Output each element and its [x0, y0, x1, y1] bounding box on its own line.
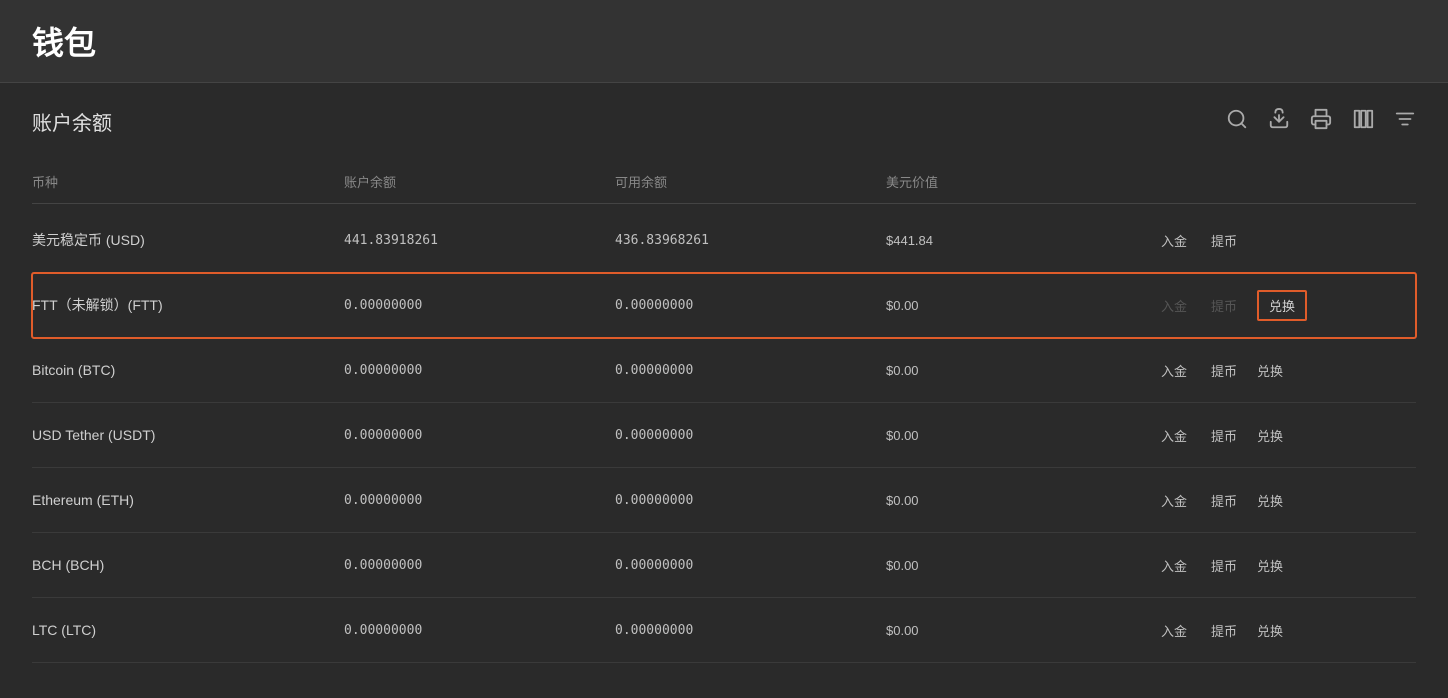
exchange-button[interactable]: 兑换: [1257, 621, 1283, 640]
deposit-button: 入金: [1157, 294, 1191, 317]
available-value: 0.00000000: [603, 477, 874, 524]
exchange-button[interactable]: 兑换: [1257, 426, 1283, 445]
usd-value: $0.00: [874, 542, 1145, 589]
currency-name: USD Tether (USDT): [32, 411, 332, 459]
search-icon[interactable]: [1226, 108, 1248, 136]
main-content: 账户余额: [0, 83, 1448, 687]
col-header-currency: 币种: [32, 168, 332, 195]
row-actions: 入金 提币 兑换: [1145, 408, 1416, 463]
currency-name: 美元稳定币 (USD): [32, 214, 332, 266]
row-actions: 入金 提币 兑换: [1145, 473, 1416, 528]
row-actions: 入金 提币 兑换: [1145, 274, 1416, 337]
balance-value: 0.00000000: [332, 412, 603, 459]
balance-value: 0.00000000: [332, 542, 603, 589]
page-header: 钱包: [0, 0, 1448, 83]
available-value: 0.00000000: [603, 542, 874, 589]
table-row: Bitcoin (BTC) 0.00000000 0.00000000 $0.0…: [32, 338, 1416, 403]
balance-value: 0.00000000: [332, 607, 603, 654]
usd-value: $0.00: [874, 607, 1145, 654]
deposit-button[interactable]: 入金: [1157, 229, 1191, 252]
usd-value: $0.00: [874, 282, 1145, 329]
print-icon[interactable]: [1310, 108, 1332, 136]
currency-name: Ethereum (ETH): [32, 476, 332, 524]
row-actions: 入金 提币 兑换: [1145, 538, 1416, 593]
balance-value: 0.00000000: [332, 282, 603, 329]
col-header-actions: [1145, 168, 1416, 195]
withdraw-button[interactable]: 提币: [1207, 424, 1241, 447]
balance-table: 币种 账户余额 可用余额 美元价值 美元稳定币 (USD) 441.839182…: [32, 160, 1416, 663]
currency-name: FTT（未解锁）(FTT): [32, 279, 332, 331]
table-row: FTT（未解锁）(FTT) 0.00000000 0.00000000 $0.0…: [32, 273, 1416, 338]
table-row: LTC (LTC) 0.00000000 0.00000000 $0.00 入金…: [32, 598, 1416, 663]
deposit-button[interactable]: 入金: [1157, 359, 1191, 382]
row-actions: 入金 提币: [1145, 213, 1416, 268]
withdraw-button: 提币: [1207, 294, 1241, 317]
currency-name: Bitcoin (BTC): [32, 346, 332, 394]
section-title: 账户余额: [32, 107, 112, 136]
balance-value: 0.00000000: [332, 347, 603, 394]
available-value: 0.00000000: [603, 607, 874, 654]
row-actions: 入金 提币 兑换: [1145, 603, 1416, 658]
col-header-usd: 美元价值: [874, 168, 1145, 195]
usd-value: $0.00: [874, 412, 1145, 459]
col-header-balance: 账户余额: [332, 168, 603, 195]
withdraw-button[interactable]: 提币: [1207, 359, 1241, 382]
section-header: 账户余额: [32, 107, 1416, 136]
toolbar: [1226, 108, 1416, 136]
page-title: 钱包: [32, 18, 1416, 64]
balance-value: 441.83918261: [332, 217, 603, 264]
columns-icon[interactable]: [1352, 108, 1374, 136]
currency-name: LTC (LTC): [32, 606, 332, 654]
deposit-button[interactable]: 入金: [1157, 424, 1191, 447]
usd-value: $0.00: [874, 477, 1145, 524]
usd-value: $0.00: [874, 347, 1145, 394]
exchange-button[interactable]: 兑换: [1257, 491, 1283, 510]
withdraw-button[interactable]: 提币: [1207, 554, 1241, 577]
withdraw-button[interactable]: 提币: [1207, 489, 1241, 512]
filter-icon[interactable]: [1394, 108, 1416, 136]
table-row: 美元稳定币 (USD) 441.83918261 436.83968261 $4…: [32, 208, 1416, 273]
currency-name: BCH (BCH): [32, 541, 332, 589]
balance-value: 0.00000000: [332, 477, 603, 524]
available-value: 0.00000000: [603, 347, 874, 394]
available-value: 0.00000000: [603, 412, 874, 459]
download-icon[interactable]: [1268, 108, 1290, 136]
table-row: Ethereum (ETH) 0.00000000 0.00000000 $0.…: [32, 468, 1416, 533]
deposit-button[interactable]: 入金: [1157, 619, 1191, 642]
table-header: 币种 账户余额 可用余额 美元价值: [32, 160, 1416, 204]
available-value: 436.83968261: [603, 217, 874, 264]
deposit-button[interactable]: 入金: [1157, 554, 1191, 577]
col-header-available: 可用余额: [603, 168, 874, 195]
row-actions: 入金 提币 兑换: [1145, 343, 1416, 398]
exchange-button[interactable]: 兑换: [1257, 556, 1283, 575]
exchange-button[interactable]: 兑换: [1257, 290, 1307, 321]
table-row: USD Tether (USDT) 0.00000000 0.00000000 …: [32, 403, 1416, 468]
available-value: 0.00000000: [603, 282, 874, 329]
table-row: BCH (BCH) 0.00000000 0.00000000 $0.00 入金…: [32, 533, 1416, 598]
deposit-button[interactable]: 入金: [1157, 489, 1191, 512]
exchange-button[interactable]: 兑换: [1257, 361, 1283, 380]
usd-value: $441.84: [874, 217, 1145, 264]
withdraw-button[interactable]: 提币: [1207, 229, 1241, 252]
withdraw-button[interactable]: 提币: [1207, 619, 1241, 642]
